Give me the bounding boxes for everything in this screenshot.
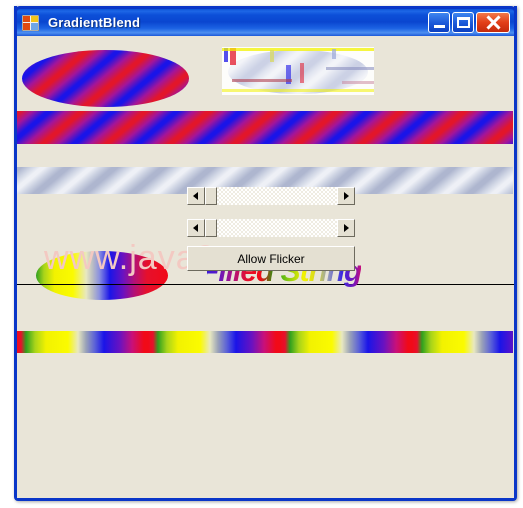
- hscrollbar-top[interactable]: [187, 187, 355, 205]
- rainbow-gradient-bar: [17, 331, 513, 353]
- artifact-streak-11: [342, 81, 374, 84]
- hscrollbar-bottom-track[interactable]: [205, 219, 337, 237]
- arrow-right-icon: [344, 192, 349, 200]
- maximize-icon: [457, 17, 470, 28]
- close-button[interactable]: [476, 12, 510, 33]
- window-title: GradientBlend: [48, 15, 141, 30]
- form-client-area: www.java2s.com Allow Flicker Filled Stri…: [17, 36, 514, 498]
- minimize-icon: [434, 25, 445, 28]
- hscrollbar-top-track[interactable]: [205, 187, 337, 205]
- artifact-streak-8: [326, 67, 374, 70]
- artifact-streak-3: [222, 48, 374, 51]
- arrow-right-icon: [344, 224, 349, 232]
- window-titlebar[interactable]: GradientBlend: [14, 6, 517, 36]
- hatch-gradient-ellipse: [22, 50, 189, 107]
- vivid-gradient-bar: [17, 111, 513, 144]
- arrow-left-icon: [193, 192, 198, 200]
- rainbow-gradient-ellipse: [36, 251, 168, 300]
- artifact-streak-7: [232, 79, 292, 82]
- arrow-left-icon: [193, 224, 198, 232]
- app-icon[interactable]: [21, 14, 40, 31]
- faded-blend-image: [222, 47, 374, 95]
- window-control-buttons: [428, 12, 510, 33]
- close-icon: [477, 13, 509, 32]
- artifact-streak-6: [300, 63, 304, 83]
- hscrollbar-top-left-button[interactable]: [187, 187, 205, 205]
- hscrollbar-top-right-button[interactable]: [337, 187, 355, 205]
- hscrollbar-bottom-right-button[interactable]: [337, 219, 355, 237]
- form-designer-icon: [21, 14, 40, 31]
- hscrollbar-bottom[interactable]: [187, 219, 355, 237]
- hscrollbar-bottom-left-button[interactable]: [187, 219, 205, 237]
- allow-flicker-button-label: Allow Flicker: [237, 251, 305, 266]
- allow-flicker-button[interactable]: Allow Flicker: [187, 246, 355, 271]
- faded-blend-ellipse: [228, 50, 368, 94]
- artifact-streak-9: [332, 49, 336, 59]
- minimize-button[interactable]: [428, 12, 450, 33]
- hscrollbar-top-thumb[interactable]: [205, 187, 217, 205]
- artifact-streak-4: [270, 50, 274, 62]
- hscrollbar-bottom-thumb[interactable]: [205, 219, 217, 237]
- artifact-streak-10: [222, 89, 374, 92]
- maximize-button[interactable]: [452, 12, 474, 33]
- screenshot-root: GradientBlend www.java2s.com Allow Flick…: [0, 0, 523, 508]
